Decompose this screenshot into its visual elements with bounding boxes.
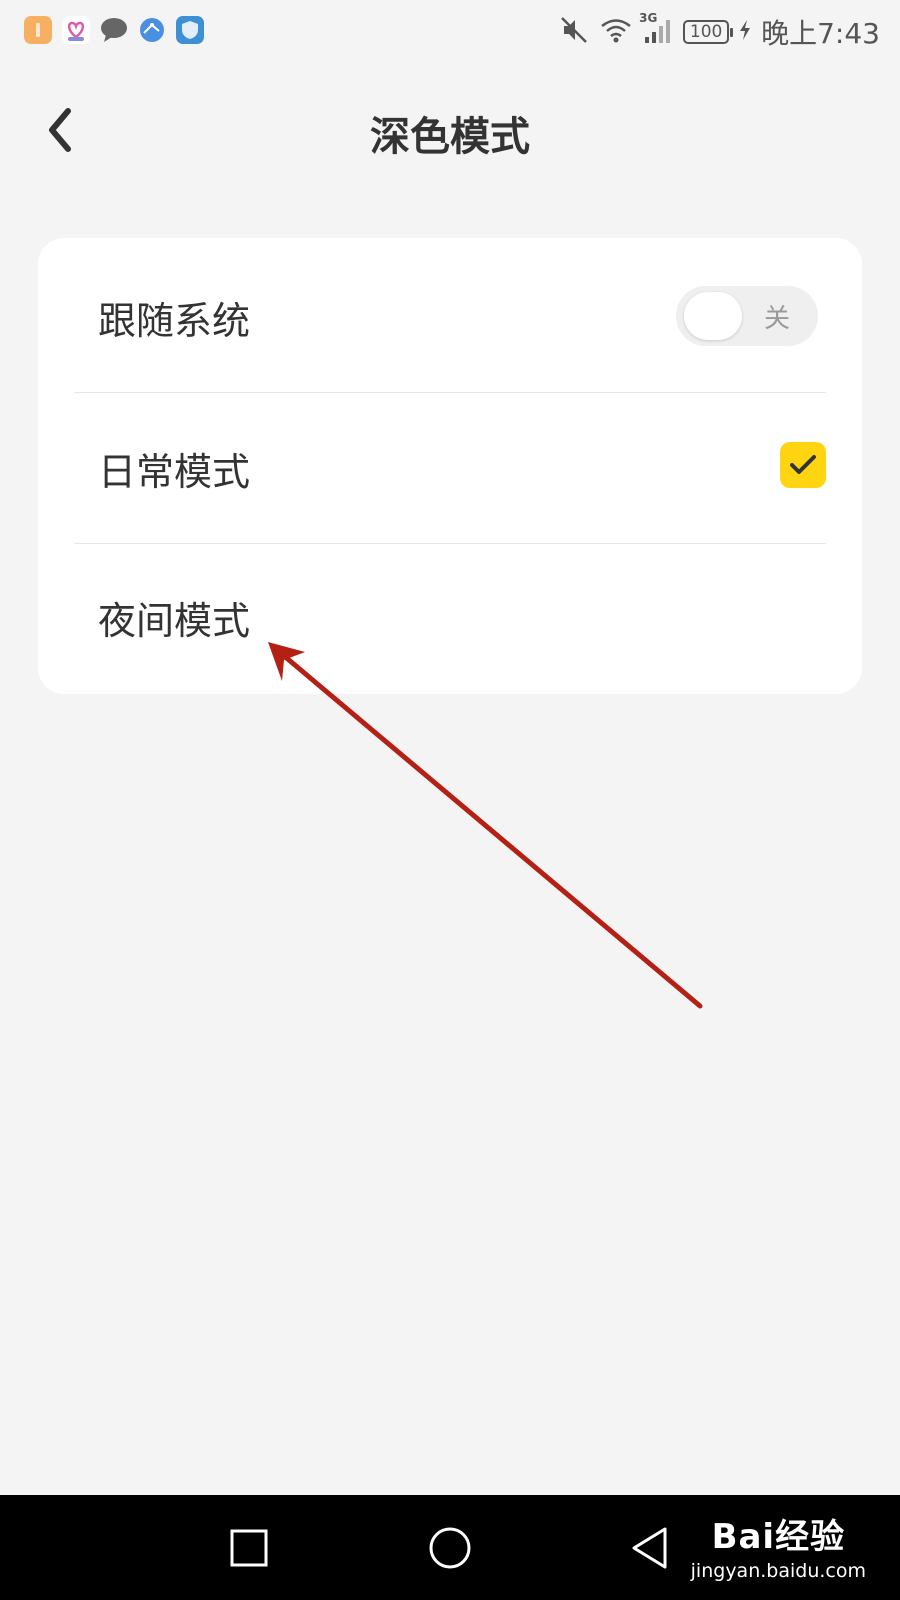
network-type-label: 3G [639,11,658,25]
page-title: 深色模式 [370,114,530,160]
navigation-bar: Bai经验 jingyan.baidu.com [0,1495,900,1600]
battery-indicator: 100 [683,20,734,44]
night-mode-label: 夜间模式 [98,599,251,643]
battery-level: 100 [689,22,723,42]
recent-apps-icon [230,1529,268,1567]
signal-icon: 3G [639,11,673,49]
normal-mode-row[interactable]: 日常模式 [38,393,862,543]
follow-system-label: 跟随系统 [98,299,251,343]
follow-system-toggle[interactable]: 关 [676,286,818,346]
home-button[interactable] [423,1521,477,1575]
browser-app-icon [138,16,166,44]
back-nav-button[interactable] [623,1521,677,1575]
clock: 晚上7:43 [761,17,880,50]
notification-icons [24,16,204,44]
watermark-url: jingyan.baidu.com [690,1560,866,1582]
baidu-jingyan-watermark: Bai经验 jingyan.baidu.com [691,1509,866,1582]
normal-mode-label: 日常模式 [98,450,251,494]
follow-system-row: 跟随系统 关 [38,238,862,388]
normal-mode-checkbox[interactable] [780,442,826,488]
chat-app-icon [100,16,128,44]
header: 深色模式 [0,90,900,170]
status-indicators: 3G 100 晚上7:43 [559,11,880,52]
shield-app-icon [176,16,204,44]
night-mode-row[interactable]: 夜间模式 [38,544,862,694]
checkmark-icon [790,455,816,474]
status-bar: 3G 100 晚上7:43 [0,0,900,62]
back-triangle-icon [632,1527,667,1569]
dark-mode-settings-card: 跟随系统 关 日常模式 夜间模式 [38,238,862,694]
heart-app-icon [62,16,90,44]
charging-icon [739,19,751,45]
home-icon [429,1527,471,1569]
recent-apps-button[interactable] [222,1521,276,1575]
mute-icon [559,15,589,49]
wifi-icon [599,15,633,49]
orange-app-icon [24,16,52,44]
toggle-state-text: 关 [764,304,791,334]
toggle-knob [684,292,742,340]
watermark-brand: Bai经验 [711,1517,846,1557]
